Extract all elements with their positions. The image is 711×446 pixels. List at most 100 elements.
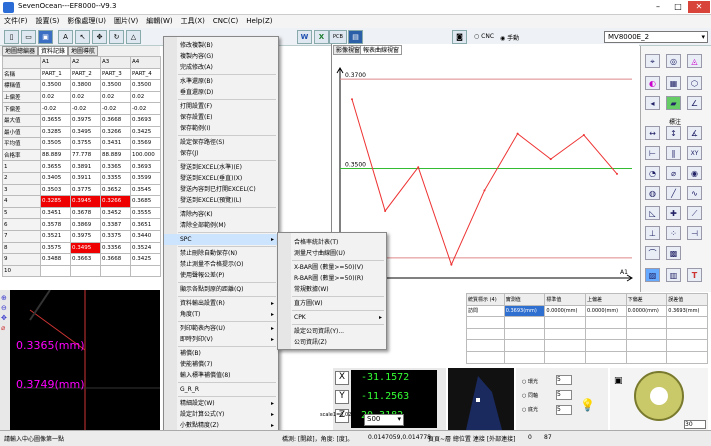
table-cell[interactable]: 0.3521 [40, 229, 71, 243]
table-cell[interactable]: 0.3495 [70, 241, 101, 255]
qr-icon[interactable]: ▩ [666, 246, 681, 260]
table-cell[interactable]: 0.02 [100, 90, 131, 104]
table-cell[interactable]: 0.3375 [100, 229, 131, 243]
device-select[interactable]: MV8000E_2 ▾ [604, 31, 708, 43]
zoom-select[interactable]: 30 [684, 420, 706, 429]
parallel-dim-icon[interactable]: ∥ [666, 146, 681, 160]
table-cell[interactable]: 0.3365 [100, 160, 131, 173]
spline-icon[interactable]: ∿ [687, 186, 702, 200]
context-menu-item[interactable]: 設定保存路徑(S) [164, 137, 278, 148]
context-menu-item[interactable]: 顯示各點到原的距離(Q) [164, 284, 278, 295]
table-cell[interactable]: 0.3569 [130, 137, 161, 150]
spc-menu-item[interactable]: 設定公司資訊(Y)... [278, 326, 386, 337]
table-row[interactable]: 平均值 0.3505 0.3755 0.3431 0.3569 [2, 137, 161, 150]
table-cell[interactable]: 0.3524 [130, 241, 161, 255]
table-cell[interactable]: PART_1 [40, 67, 71, 81]
angle-tool-icon[interactable]: ∠ [687, 96, 702, 110]
tab-map-nav[interactable]: 地圖導航 [68, 46, 99, 56]
row-header[interactable]: 9 [2, 253, 41, 266]
line-dim-icon[interactable]: ⊢ [645, 146, 660, 160]
table-cell[interactable]: 0.02 [40, 90, 71, 104]
context-menu-item[interactable]: 角度(T) ▸ [164, 309, 278, 320]
table-cell[interactable]: -0.02 [130, 102, 161, 115]
menu-item-5[interactable]: 工具(X) [177, 15, 209, 28]
table-cell[interactable]: 0.3488 [40, 253, 71, 266]
row-header[interactable]: 3 [2, 183, 41, 197]
ring-light-value[interactable]: 5 [556, 375, 572, 385]
context-menu-item[interactable]: 完成修改(A) [164, 62, 278, 73]
dots-icon[interactable]: ⁘ [666, 226, 681, 240]
spc-menu-item[interactable]: X-BAR圖 (數量>=50)(V) [278, 262, 386, 273]
spc-menu-item[interactable]: CPK ▸ [278, 312, 386, 323]
pan-icon[interactable]: ✥ [1, 314, 7, 322]
pcb-button[interactable]: PCB [329, 30, 347, 44]
spc-menu-item[interactable]: 公司資訊(Z) [278, 337, 386, 348]
polygon-tool-icon[interactable]: ⬡ [687, 76, 702, 90]
menu-item-4[interactable]: 編輯(W) [142, 15, 176, 28]
row-header[interactable]: 4 [2, 195, 41, 208]
table-row[interactable]: 3 0.3503 0.3775 0.3652 0.3545 [2, 183, 161, 197]
mode-manual-radio[interactable]: ◉ 手動 [500, 33, 519, 42]
tab-map-editor[interactable]: 地圖總編器 [2, 46, 39, 56]
table-cell[interactable]: 0.3975 [70, 229, 101, 243]
table-cell[interactable]: 0.3285 [40, 125, 71, 139]
context-menu-item[interactable]: 發送內容到已打開EXCEL(C) [164, 184, 278, 195]
table-row[interactable]: 9 0.3488 0.3663 0.3668 0.3425 [2, 253, 161, 266]
spc-menu-item[interactable]: R-BAR圖 (數量>=50)(R) [278, 273, 386, 284]
mode-cnc-radio[interactable]: ○ CNC [474, 33, 494, 40]
table-cell[interactable]: 0.3500 [40, 79, 71, 92]
stats-header-cell[interactable]: 實測值 [503, 293, 546, 306]
table-cell[interactable]: 0.3405 [40, 171, 71, 185]
maximize-button[interactable]: □ [668, 1, 688, 13]
context-menu-item[interactable]: 保存設置(E) [164, 112, 278, 123]
table-cell[interactable]: 0.3495 [70, 125, 101, 139]
table-cell[interactable]: PART_3 [100, 67, 131, 81]
table-cell[interactable]: 77.778 [70, 148, 101, 162]
stats-cell[interactable]: 0.0000(mm) [625, 304, 668, 318]
table-cell[interactable] [70, 264, 101, 278]
context-menu-item[interactable]: 禁止刪除自動保存(N) [164, 248, 278, 259]
table-cell[interactable]: 0.3911 [70, 171, 101, 185]
context-menu-item[interactable]: 發送到EXCEL(水準)(E) [164, 162, 278, 173]
excel-export-icon[interactable]: X [314, 30, 329, 44]
context-menu-item[interactable]: G_R_R [164, 384, 278, 395]
zoom-out-icon[interactable]: ⊖ [1, 304, 7, 312]
plane-tool-icon[interactable]: ▰ [666, 96, 681, 110]
text-icon[interactable]: T [687, 268, 702, 282]
menu-item-3[interactable]: 圖片(V) [110, 15, 142, 28]
text-tool-icon[interactable]: A [58, 30, 73, 44]
table-row[interactable]: 5 0.3451 0.3678 0.3452 0.3555 [2, 206, 161, 220]
table-cell[interactable] [100, 264, 131, 278]
table-cell[interactable]: 0.3425 [130, 125, 161, 139]
table-cell[interactable]: 0.3663 [70, 253, 101, 266]
lock-icon[interactable]: ▣ [614, 376, 623, 386]
context-menu-item[interactable]: 精細設定(W) ▸ [164, 398, 278, 409]
row-header[interactable]: 最大值 [2, 113, 41, 127]
table-cell[interactable]: 0.3891 [70, 160, 101, 173]
table-cell[interactable]: 0.3693 [130, 160, 161, 173]
table-cell[interactable]: 0.3668 [100, 253, 131, 266]
cross-icon[interactable]: ✚ [666, 206, 681, 220]
x-axis-button[interactable]: X [335, 371, 349, 385]
triangle-tool-icon[interactable]: ◬ [687, 54, 702, 68]
table-cell[interactable] [40, 264, 71, 278]
radius-icon[interactable]: ◔ [645, 166, 660, 180]
spc-menu-item[interactable]: 合格率統計表(T) [278, 237, 386, 248]
menu-item-7[interactable]: Help(Z) [242, 15, 276, 28]
mode-select[interactable]: S00 ▾ [364, 414, 404, 426]
stats-header-cell[interactable]: 誤差值 [666, 293, 708, 306]
tab-report-curve[interactable]: 報表曲線視窗 [360, 45, 403, 55]
image-icon[interactable]: ▨ [645, 268, 660, 282]
table-row[interactable]: 7 0.3521 0.3975 0.3375 0.3440 [2, 229, 161, 243]
table-cell[interactable]: 100.000 [130, 148, 161, 162]
table-cell[interactable]: 0.3869 [70, 218, 101, 231]
table-row[interactable]: 8 0.3575 0.3495 0.3356 0.3524 [2, 241, 161, 255]
bottom-light-value[interactable]: 5 [556, 405, 572, 415]
table-cell[interactable]: 0.3555 [130, 206, 161, 220]
table-cell[interactable]: PART_4 [130, 67, 161, 81]
curve-icon[interactable]: ⌒ [645, 246, 660, 260]
table-cell[interactable]: PART_2 [70, 67, 101, 81]
tab-data-record[interactable]: 資料記錄 [38, 46, 69, 56]
table-cell[interactable]: 0.3387 [100, 218, 131, 231]
context-menu-item[interactable]: SPC ▸ [164, 234, 278, 245]
